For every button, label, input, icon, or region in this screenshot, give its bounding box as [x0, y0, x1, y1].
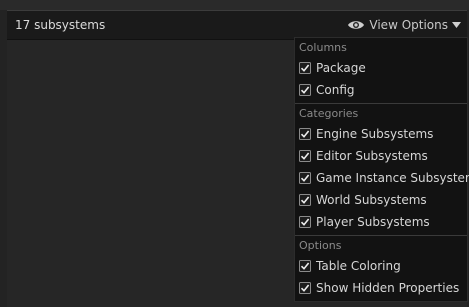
menu-item-label: Show Hidden Properties	[316, 281, 460, 295]
checkbox-checked-icon[interactable]	[299, 260, 311, 272]
checkbox-checked-icon[interactable]	[299, 128, 311, 140]
menu-separator	[295, 235, 467, 236]
menu-item-game-instance-subsystems[interactable]: Game Instance Subsystems	[295, 167, 469, 189]
section-title-columns: Columns	[299, 41, 347, 54]
menu-item-editor-subsystems[interactable]: Editor Subsystems	[295, 145, 467, 167]
menu-item-world-subsystems[interactable]: World Subsystems	[295, 189, 467, 211]
menu-item-player-subsystems[interactable]: Player Subsystems	[295, 211, 467, 233]
menu-item-label: Table Coloring	[316, 259, 401, 273]
menu-item-label: Config	[316, 83, 355, 97]
menu-item-config[interactable]: Config	[295, 79, 467, 101]
menu-item-label: Player Subsystems	[316, 215, 430, 229]
panel-top-strip	[0, 0, 469, 10]
menu-item-label: Package	[316, 61, 366, 75]
subsystem-count-label: 17 subsystems	[15, 18, 106, 32]
section-title-categories: Categories	[299, 107, 359, 120]
view-options-button[interactable]: View Options	[347, 16, 461, 34]
checkbox-checked-icon[interactable]	[299, 194, 311, 206]
menu-item-label: Game Instance Subsystems	[316, 171, 469, 185]
eye-icon	[348, 21, 365, 29]
menu-item-label: World Subsystems	[316, 193, 427, 207]
section-title-options: Options	[299, 239, 342, 252]
view-options-label: View Options	[369, 18, 448, 32]
view-options-menu: Columns Package Config Categories Engine…	[294, 37, 469, 302]
menu-separator	[295, 103, 467, 104]
caret-down-icon	[452, 22, 461, 28]
checkbox-checked-icon[interactable]	[299, 84, 311, 96]
checkbox-checked-icon[interactable]	[299, 62, 311, 74]
checkbox-checked-icon[interactable]	[299, 216, 311, 228]
subsystems-panel: 17 subsystems View Options Columns Packa…	[0, 0, 469, 307]
menu-item-engine-subsystems[interactable]: Engine Subsystems	[295, 123, 467, 145]
menu-item-label: Editor Subsystems	[316, 149, 428, 163]
checkbox-checked-icon[interactable]	[299, 172, 311, 184]
checkbox-checked-icon[interactable]	[299, 150, 311, 162]
menu-item-table-coloring[interactable]: Table Coloring	[295, 255, 467, 277]
panel-header: 17 subsystems View Options	[7, 10, 467, 40]
menu-item-show-hidden-properties[interactable]: Show Hidden Properties	[295, 277, 467, 299]
menu-item-package[interactable]: Package	[295, 57, 467, 79]
menu-item-label: Engine Subsystems	[316, 127, 434, 141]
checkbox-checked-icon[interactable]	[299, 282, 311, 294]
